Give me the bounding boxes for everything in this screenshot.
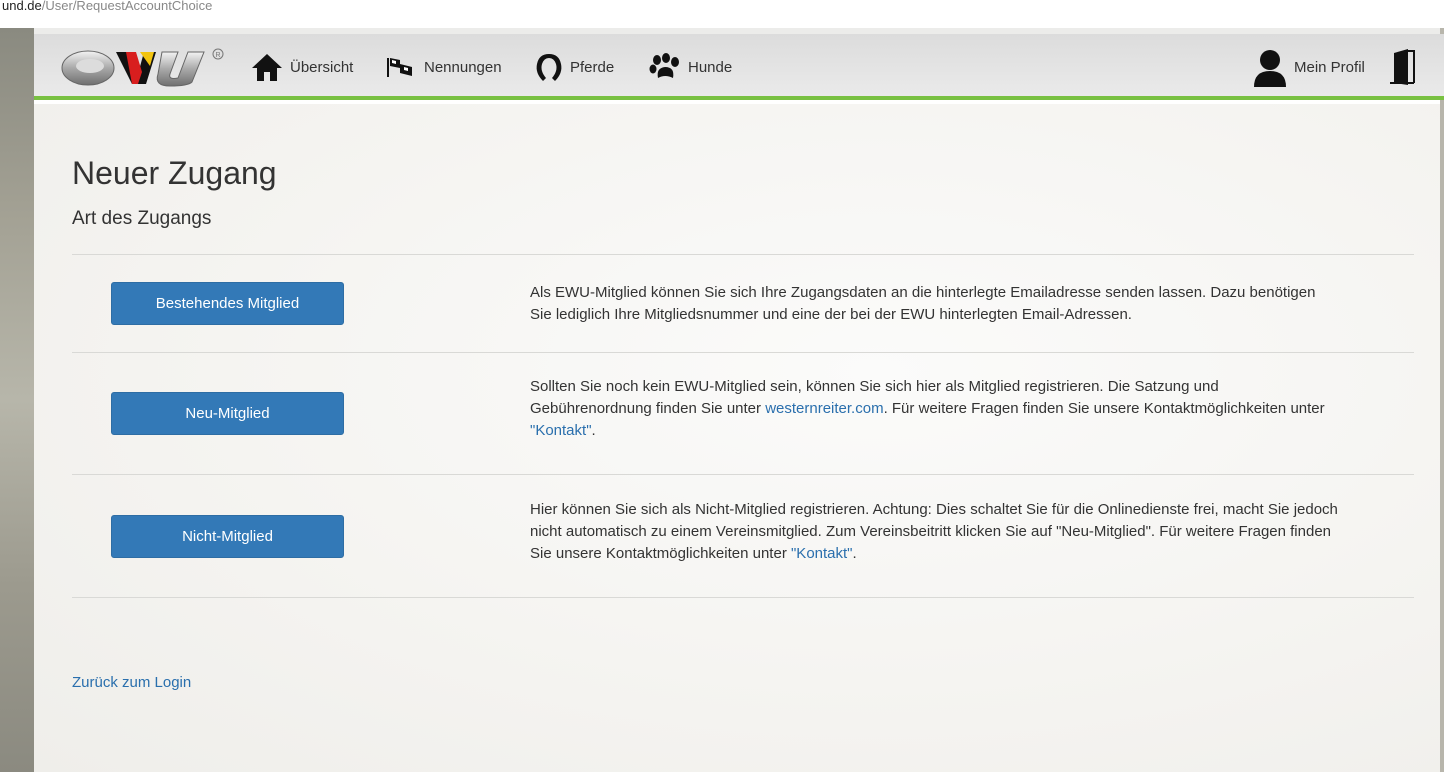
address-bar[interactable]: und.de/User/RequestAccountChoice xyxy=(0,0,1444,20)
non-member-button[interactable]: Nicht-Mitglied xyxy=(111,515,344,558)
url-domain: und.de xyxy=(2,0,42,13)
nav-item-uebersicht[interactable]: Übersicht xyxy=(250,34,353,100)
page-subtitle: Art des Zugangs xyxy=(72,208,212,229)
new-member-button[interactable]: Neu-Mitglied xyxy=(111,392,344,435)
new-member-text-3: . xyxy=(591,422,596,439)
top-navbar: R Übersicht Nennungen Pferde Hunde Mein … xyxy=(34,34,1444,100)
nav-label-uebersicht: Übersicht xyxy=(290,58,354,76)
page-title: Neuer Zugang xyxy=(72,155,277,191)
contact-link[interactable]: "Kontakt" xyxy=(530,422,592,439)
existing-member-text: Als EWU-Mitglied können Sie sich Ihre Zu… xyxy=(530,284,1316,323)
new-member-description: Sollten Sie noch kein EWU-Mitglied sein,… xyxy=(530,376,1340,442)
new-member-text-2: . Für weitere Fragen finden Sie unsere K… xyxy=(883,400,1325,417)
horseshoe-icon xyxy=(536,54,562,81)
divider xyxy=(72,254,1414,255)
nav-label-nennungen: Nennungen xyxy=(424,58,502,76)
nav-label-profile: Mein Profil xyxy=(1294,58,1365,76)
background-image-edge xyxy=(1440,28,1444,772)
user-icon xyxy=(1254,50,1286,87)
nav-label-pferde: Pferde xyxy=(570,58,615,76)
existing-member-description: Als EWU-Mitglied können Sie sich Ihre Zu… xyxy=(530,282,1340,326)
nav-item-nennungen[interactable]: Nennungen xyxy=(384,34,502,100)
divider xyxy=(72,474,1414,475)
nav-item-hunde[interactable]: Hunde xyxy=(648,34,732,100)
existing-member-button[interactable]: Bestehendes Mitglied xyxy=(111,282,344,325)
non-member-text-3: . xyxy=(852,545,857,562)
background-image-strip xyxy=(0,28,34,772)
url-path: /User/RequestAccountChoice xyxy=(41,0,213,13)
ewu-logo[interactable]: R xyxy=(58,44,234,90)
svg-text:R: R xyxy=(216,52,221,59)
ewu-logo-icon: R xyxy=(61,48,224,87)
nav-label-hunde: Hunde xyxy=(688,58,733,76)
divider xyxy=(72,352,1414,353)
home-icon xyxy=(252,54,282,81)
westernreiter-link[interactable]: westernreiter.com xyxy=(765,400,883,417)
divider xyxy=(72,597,1414,598)
door-icon xyxy=(1390,49,1415,85)
paw-icon xyxy=(649,53,679,78)
non-member-text-1: Hier können Sie sich als Nicht-Mitglied … xyxy=(530,501,1338,562)
back-to-login-link[interactable]: Zurück zum Login xyxy=(72,674,191,691)
nav-item-profile[interactable]: Mein Profil xyxy=(1252,34,1365,100)
non-member-description: Hier können Sie sich als Nicht-Mitglied … xyxy=(530,499,1340,565)
nav-item-pferde[interactable]: Pferde xyxy=(534,34,614,100)
logout-button[interactable] xyxy=(1384,34,1426,100)
flag-icon xyxy=(387,58,412,77)
contact-link[interactable]: "Kontakt" xyxy=(791,545,853,562)
